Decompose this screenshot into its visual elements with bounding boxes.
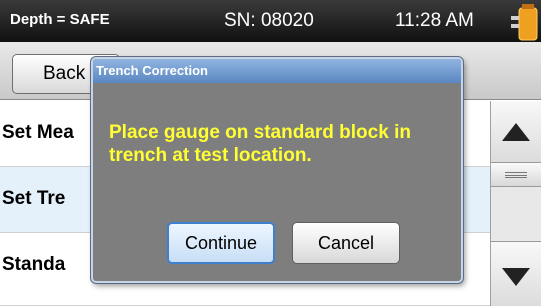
grip-icon [505,172,527,178]
list-item-label: Set Tre [2,188,66,209]
status-bar: Depth = SAFE SN: 08020 11:28 AM [0,0,541,42]
cancel-button[interactable]: Cancel [292,222,400,264]
scroll-up-button[interactable] [491,101,541,163]
dialog-title: Trench Correction [93,59,461,83]
scroll-down-button[interactable] [491,241,541,306]
clock: 11:28 AM [395,10,474,31]
trench-correction-dialog: Trench Correction Place gauge on standar… [91,57,463,283]
depth-status: Depth = SAFE [10,11,110,28]
arrow-up-icon [502,123,530,141]
scroll-thumb[interactable] [491,163,541,187]
continue-button[interactable]: Continue [167,222,275,264]
list-item-label: Standa [2,254,66,275]
scrollbar[interactable] [490,101,541,306]
serial-number: SN: 08020 [224,10,314,31]
arrow-down-icon [502,268,530,286]
dialog-message: Place gauge on standard block in trench … [109,122,411,166]
battery-plug-icon [511,4,538,41]
list-item-label: Set Mea [2,122,74,143]
